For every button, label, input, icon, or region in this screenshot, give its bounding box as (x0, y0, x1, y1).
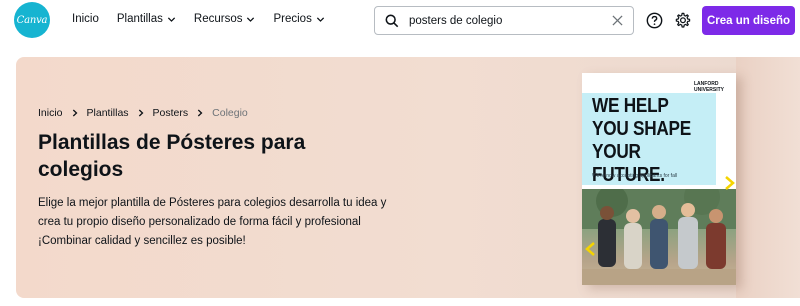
nav-item-recursos[interactable]: Recursos (194, 13, 256, 25)
students-illustration (582, 179, 736, 285)
logo-text: Canva (16, 14, 48, 26)
breadcrumb-item-inicio[interactable]: Inicio (38, 107, 63, 119)
poster-subline: We're now accepting applicants for fall (592, 173, 678, 179)
top-navigation-bar: Canva Inicio Plantillas Recursos Precios… (0, 0, 800, 42)
create-design-button[interactable]: Crea un diseño (702, 6, 795, 35)
poster-headline-line: YOUR FUTURE. (592, 141, 665, 186)
search-box[interactable] (374, 6, 634, 35)
chevron-right-icon (198, 109, 203, 117)
breadcrumb-item-colegio: Colegio (212, 107, 248, 119)
nav-item-label: Precios (273, 13, 312, 25)
chevron-right-icon (138, 109, 143, 117)
chevron-down-icon (247, 16, 255, 22)
breadcrumb-item-posters[interactable]: Posters (153, 107, 189, 119)
yellow-chevron-right-icon (725, 176, 735, 190)
poster-headline-line: WE HELP (592, 95, 669, 117)
poster-headline-line: YOU SHAPE (592, 118, 691, 140)
nav-item-label: Inicio (72, 13, 99, 25)
search-input[interactable] (409, 14, 599, 27)
main-nav: Inicio Plantillas Recursos Precios (72, 13, 343, 25)
nav-item-label: Plantillas (116, 13, 163, 25)
nav-item-plantillas[interactable]: Plantillas (117, 13, 176, 25)
nav-item-inicio[interactable]: Inicio (72, 13, 99, 25)
canva-logo[interactable]: Canva (14, 2, 50, 38)
nav-item-label: Recursos (193, 13, 243, 25)
yellow-chevron-left-icon (585, 242, 595, 256)
chevron-down-icon (316, 16, 324, 22)
background-wall (736, 57, 800, 298)
poster-students-photo (582, 179, 736, 285)
search-icon (385, 14, 399, 27)
poster-template-preview[interactable]: LANFORD UNIVERSITY WE HELP YOU SHAPE YOU… (582, 73, 736, 285)
gear-icon[interactable] (674, 12, 691, 29)
hero-banner: Inicio Plantillas Posters Colegio Planti… (16, 57, 800, 298)
help-circle-icon[interactable] (646, 12, 663, 29)
clear-search-icon[interactable] (612, 15, 623, 26)
page-description: Elige la mejor plantilla de Pósteres par… (38, 197, 387, 247)
chevron-down-icon (167, 16, 175, 22)
breadcrumb: Inicio Plantillas Posters Colegio (38, 107, 248, 119)
page-title: Plantillas de Pósteres para colegios (38, 131, 306, 181)
chevron-right-icon (72, 109, 77, 117)
breadcrumb-item-plantillas[interactable]: Plantillas (87, 107, 129, 119)
nav-item-precios[interactable]: Precios (273, 13, 324, 25)
poster-brand: LANFORD UNIVERSITY (694, 81, 725, 93)
